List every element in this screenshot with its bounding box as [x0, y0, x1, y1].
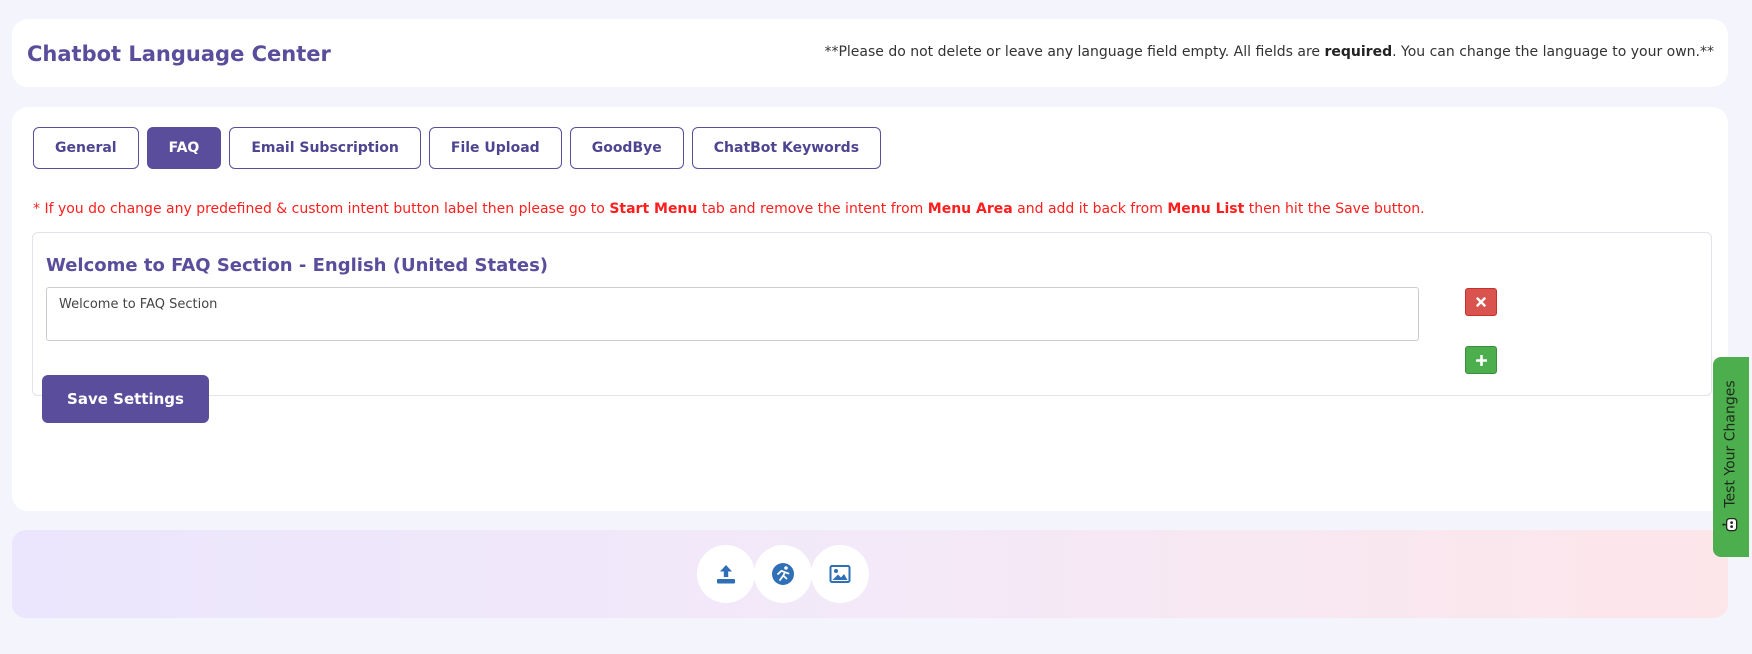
faq-welcome-textarea[interactable]: Welcome to FAQ Section	[46, 287, 1419, 341]
header-note-prefix: **Please do not delete or leave any lang…	[824, 44, 1325, 60]
header-note-bold: required	[1324, 44, 1393, 60]
footer-toolbar	[12, 530, 1728, 618]
plus-icon	[1475, 354, 1487, 366]
header-note-suffix: . You can change the language to your ow…	[1392, 44, 1714, 60]
warning-bold-start-menu: Start Menu	[609, 201, 698, 217]
image-icon	[829, 565, 851, 583]
tab-bar: General FAQ Email Subscription File Uplo…	[33, 127, 882, 169]
warning-bold-menu-list: Menu List	[1167, 201, 1245, 217]
robot-icon	[1722, 517, 1738, 532]
warning-text-2: tab and remove the intent from	[697, 201, 928, 217]
warning-text-4: then hit the Save button.	[1244, 201, 1425, 217]
test-tab-label: Test Your Changes	[1723, 380, 1740, 508]
tab-faq[interactable]: FAQ	[146, 127, 222, 169]
times-icon	[1476, 297, 1486, 307]
faq-section-title: Welcome to FAQ Section - English (United…	[46, 255, 549, 276]
header-note: **Please do not delete or leave any lang…	[824, 44, 1714, 60]
faq-section-box: Welcome to FAQ Section - English (United…	[32, 232, 1712, 396]
upload-icon	[717, 565, 735, 584]
main-card: General FAQ Email Subscription File Uplo…	[12, 107, 1728, 511]
remove-field-button[interactable]	[1465, 288, 1497, 316]
intent-warning: * If you do change any predefined & cust…	[33, 201, 1425, 217]
running-person-icon	[772, 563, 794, 585]
save-settings-button[interactable]: Save Settings	[42, 375, 209, 423]
tab-general[interactable]: General	[33, 127, 139, 169]
tab-file-upload[interactable]: File Upload	[428, 127, 562, 169]
test-tab-content: Test Your Changes	[1722, 380, 1740, 533]
warning-text-3: and add it back from	[1012, 201, 1168, 217]
header-card: Chatbot Language Center **Please do not …	[12, 19, 1728, 87]
image-button[interactable]	[811, 545, 869, 603]
tab-goodbye[interactable]: GoodBye	[569, 127, 684, 169]
tab-email-subscription[interactable]: Email Subscription	[229, 127, 421, 169]
upload-button[interactable]	[697, 545, 755, 603]
activity-button[interactable]	[754, 545, 812, 603]
tab-chatbot-keywords[interactable]: ChatBot Keywords	[691, 127, 882, 169]
test-your-changes-tab[interactable]: Test Your Changes	[1713, 357, 1749, 557]
page-title: Chatbot Language Center	[27, 42, 331, 66]
warning-text-1: * If you do change any predefined & cust…	[33, 201, 610, 217]
add-field-button[interactable]	[1465, 346, 1497, 374]
warning-bold-menu-area: Menu Area	[927, 201, 1013, 217]
